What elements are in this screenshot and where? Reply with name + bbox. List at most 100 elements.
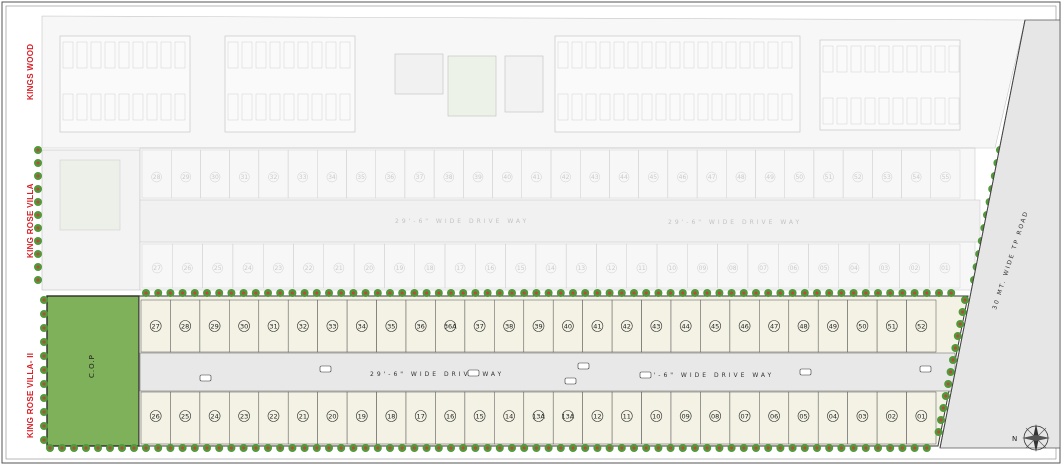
plot-number: 15 — [475, 412, 483, 420]
tree-center-icon — [681, 291, 685, 295]
faded-plot-number: 39 — [474, 174, 482, 181]
tree-center-icon — [766, 291, 770, 295]
faded-plot-number: 49 — [766, 174, 774, 181]
tree-center-icon — [559, 291, 563, 295]
tree-center-icon — [303, 446, 307, 450]
tree-center-icon — [339, 291, 343, 295]
tree-center-icon — [327, 446, 331, 450]
villa-garden-pattern — [59, 159, 121, 231]
tree-center-icon — [461, 446, 465, 450]
tree-center-icon — [412, 291, 416, 295]
tree-center-icon — [36, 187, 40, 191]
tree-center-icon — [36, 252, 40, 256]
faded-plot-number: 09 — [699, 265, 707, 272]
plot-number: 17 — [417, 412, 425, 420]
faded-plot-number: 36 — [386, 174, 394, 181]
tree-center-icon — [290, 446, 294, 450]
tree-center-icon — [42, 396, 46, 400]
tree-center-icon — [84, 446, 88, 450]
faded-plot-number: 23 — [274, 265, 282, 272]
tree-center-icon — [956, 334, 960, 338]
car-icon — [639, 371, 652, 379]
tree-center-icon — [510, 446, 514, 450]
faded-plot-number: 40 — [503, 174, 511, 181]
tree-center-icon — [364, 446, 368, 450]
faded-plot-number: 13 — [577, 265, 585, 272]
plot-number: 33 — [328, 322, 336, 330]
tree-center-icon — [803, 446, 807, 450]
plot-number: 51 — [888, 322, 896, 330]
tree-center-icon — [963, 298, 967, 302]
tree-center-icon — [42, 424, 46, 428]
faded-plot-number: 41 — [533, 174, 541, 181]
tree-center-icon — [486, 291, 490, 295]
plot-number: 43 — [652, 322, 660, 330]
lower-plot-row: 26 25 24 23 22 21 20 19 18 17 16 15 14 13A 13A 12 11 10 09… — [140, 391, 937, 445]
plot-number: 34 — [358, 322, 366, 330]
tree-center-icon — [437, 446, 441, 450]
plot-number: 11 — [623, 412, 631, 420]
tree-center-icon — [461, 291, 465, 295]
plot-number: 27 — [152, 322, 160, 330]
plot-number: 02 — [888, 412, 896, 420]
plot-number: 37 — [475, 322, 483, 330]
plot-number: 36 — [417, 322, 425, 330]
tree-center-icon — [547, 291, 551, 295]
faded-plot-number: 45 — [649, 174, 657, 181]
king-rose-villa-ii-label: KING ROSE VILLA- II — [26, 353, 35, 438]
tree-center-icon — [425, 446, 429, 450]
tree-center-icon — [876, 446, 880, 450]
faded-plot-number: 51 — [825, 174, 833, 181]
car-icon — [564, 377, 577, 385]
tree-center-icon — [669, 291, 673, 295]
plot-number: 04 — [829, 412, 837, 420]
amenity-court — [394, 53, 444, 95]
tree-center-icon — [254, 446, 258, 450]
faded-plot-number: 47 — [708, 174, 716, 181]
plot-number: 22 — [269, 412, 277, 420]
tree-center-icon — [913, 291, 917, 295]
north-label: N — [1012, 435, 1017, 443]
faded-plot-number: 48 — [737, 174, 745, 181]
tree-center-icon — [400, 291, 404, 295]
faded-plot-number: 44 — [620, 174, 628, 181]
tree-center-icon — [229, 291, 233, 295]
faded-plot-number: 26 — [184, 265, 192, 272]
tree-center-icon — [132, 446, 136, 450]
tree-center-icon — [571, 291, 575, 295]
tree-center-icon — [900, 291, 904, 295]
tree-center-icon — [242, 446, 246, 450]
tree-center-icon — [717, 446, 721, 450]
tree-center-icon — [181, 291, 185, 295]
plot-number: 12 — [593, 412, 601, 420]
tree-center-icon — [425, 291, 429, 295]
tree-center-icon — [961, 310, 965, 314]
tree-center-icon — [815, 291, 819, 295]
plot-number: 46 — [740, 322, 748, 330]
tree-center-icon — [36, 213, 40, 217]
tree-center-icon — [36, 161, 40, 165]
faded-plot-number: 11 — [638, 265, 646, 272]
faded-plot-number: 25 — [214, 265, 222, 272]
faded-plot-number: 31 — [240, 174, 248, 181]
plot-number: 39 — [534, 322, 542, 330]
tree-center-icon — [144, 291, 148, 295]
tree-center-icon — [42, 298, 46, 302]
building-3 — [554, 35, 801, 133]
tree-center-icon — [315, 446, 319, 450]
tree-center-icon — [42, 382, 46, 386]
tree-center-icon — [36, 200, 40, 204]
plot-number: 24 — [210, 412, 218, 420]
faded-plot-number: 16 — [487, 265, 495, 272]
tree-center-icon — [36, 174, 40, 178]
faded-plot-number: 04 — [850, 265, 858, 272]
faded-plot-number: 34 — [328, 174, 336, 181]
tree-center-icon — [156, 446, 160, 450]
tree-center-icon — [449, 291, 453, 295]
tree-center-icon — [229, 446, 233, 450]
plot-number: 07 — [740, 412, 748, 420]
tree-center-icon — [951, 358, 955, 362]
amenity-pool — [504, 55, 544, 113]
tree-center-icon — [473, 291, 477, 295]
faded-plot-number: 33 — [299, 174, 307, 181]
